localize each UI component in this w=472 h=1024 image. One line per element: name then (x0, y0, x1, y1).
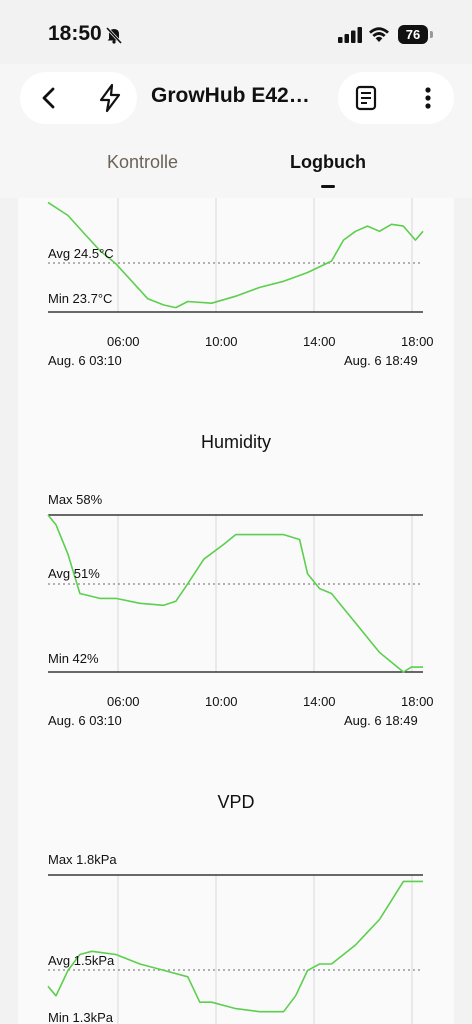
humidity-range-start: Aug. 6 03:10 (48, 713, 122, 728)
humidity-tick-label: 06:00 (107, 694, 140, 709)
logbook-card: Avg 24.5°C Min 23.7°C 06:00 10:00 14:00 … (18, 198, 454, 1024)
temperature-tick-label: 10:00 (205, 334, 238, 349)
chevron-left-icon (42, 87, 55, 109)
humidity-tick-label: 14:00 (303, 694, 336, 709)
bell-slash-icon (105, 26, 123, 49)
tab-kontrolle[interactable]: Kontrolle (107, 152, 178, 173)
vpd-chart-plot (47, 874, 423, 1024)
humidity-tick-label: 10:00 (205, 694, 238, 709)
temperature-range-end: Aug. 6 18:49 (344, 353, 418, 368)
vpd-max-label: Max 1.8kPa (48, 852, 117, 867)
humidity-range-end: Aug. 6 18:49 (344, 713, 418, 728)
vpd-series-line (47, 880, 423, 1013)
humidity-max-label: Max 58% (48, 492, 103, 507)
tab-logbuch[interactable]: Logbuch (290, 152, 366, 173)
humidity-chart-title: Humidity (200, 432, 271, 452)
humidity-series-line (47, 514, 423, 673)
humidity-tick-label: 18:00 (401, 694, 434, 709)
wifi-icon (368, 26, 390, 48)
battery-indicator: 76 (398, 25, 428, 44)
cellular-signal-icon (338, 27, 362, 48)
status-bar: 18:50 76 (0, 0, 472, 64)
temperature-tick-label: 14:00 (303, 334, 336, 349)
temperature-avg-label: Avg 24.5°C (48, 246, 114, 261)
lightning-bolt-icon (99, 83, 121, 113)
temperature-range-start: Aug. 6 03:10 (48, 353, 122, 368)
back-button[interactable] (34, 82, 66, 114)
status-time: 18:50 (48, 22, 102, 45)
more-vertical-icon (425, 87, 431, 109)
humidity-min-label: Min 42% (48, 651, 99, 666)
active-tab-indicator (321, 185, 335, 188)
battery-tip (430, 31, 433, 38)
temperature-tick-label: 18:00 (401, 334, 434, 349)
vpd-chart-title: VPD (217, 792, 255, 812)
more-options-button[interactable] (412, 82, 444, 114)
vpd-min-label: Min 1.3kPa (48, 1010, 114, 1024)
vpd-avg-label: Avg 1.5kPa (48, 953, 115, 968)
app-header: GrowHub E42… Kontrolle Logbuch (0, 64, 472, 198)
nav-pill (20, 72, 137, 124)
log-document-button[interactable] (350, 82, 382, 114)
temperature-chart (47, 198, 424, 1024)
document-icon (355, 85, 377, 111)
humidity-avg-label: Avg 51% (48, 566, 100, 581)
humidity-chart-plot (47, 514, 423, 673)
temperature-min-label: Min 23.7°C (48, 291, 113, 306)
temperature-tick-label: 06:00 (107, 334, 140, 349)
quick-action-button[interactable] (94, 82, 126, 114)
page-title: GrowHub E42… (151, 84, 310, 107)
actions-pill (338, 72, 454, 124)
